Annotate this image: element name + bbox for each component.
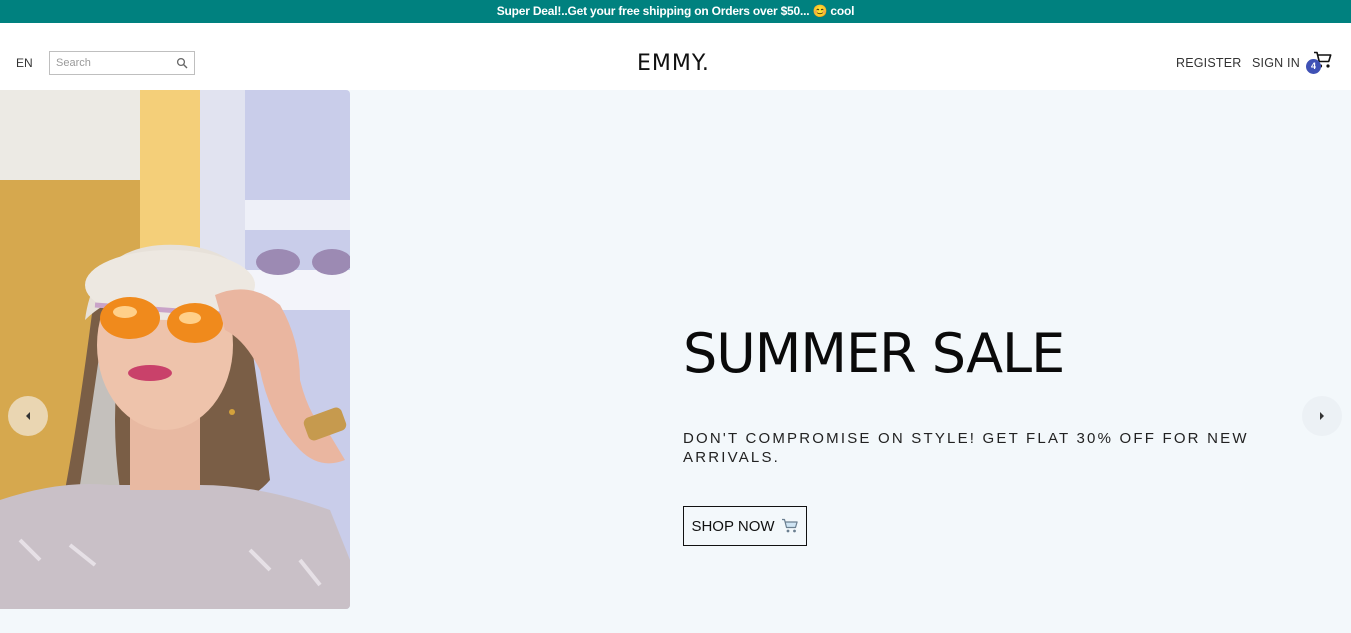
- language-selector[interactable]: EN: [16, 56, 33, 70]
- logo[interactable]: EMMY.: [637, 51, 710, 76]
- hero-image: [0, 90, 350, 609]
- register-link[interactable]: REGISTER: [1176, 56, 1242, 70]
- hero-slider: SUMMER SALE DON'T COMPROMISE ON STYLE! G…: [0, 90, 1351, 633]
- announcement-text: Super Deal!..Get your free shipping on O…: [496, 4, 855, 18]
- shop-now-button[interactable]: SHOP NOW: [683, 506, 807, 546]
- slider-prev-button[interactable]: [8, 396, 48, 436]
- cart-button[interactable]: 4: [1306, 51, 1335, 77]
- sign-in-link[interactable]: SIGN IN: [1252, 56, 1300, 70]
- arrow-right-icon: [1320, 412, 1324, 420]
- cart-badge: 4: [1306, 59, 1321, 74]
- search-box: [49, 51, 195, 75]
- search-input[interactable]: [50, 53, 170, 73]
- shop-now-label: SHOP NOW: [691, 517, 775, 535]
- search-icon[interactable]: [176, 57, 188, 69]
- cart-icon: [781, 518, 798, 533]
- slider-next-button[interactable]: [1302, 396, 1342, 436]
- announcement-bar: Super Deal!..Get your free shipping on O…: [0, 0, 1351, 23]
- hero-title: SUMMER SALE: [683, 322, 1065, 385]
- navbar: EN EMMY. REGISTER SIGN IN 4: [0, 23, 1351, 90]
- arrow-left-icon: [26, 412, 30, 420]
- hero-subtitle: DON'T COMPROMISE ON STYLE! GET FLAT 30% …: [683, 430, 1249, 466]
